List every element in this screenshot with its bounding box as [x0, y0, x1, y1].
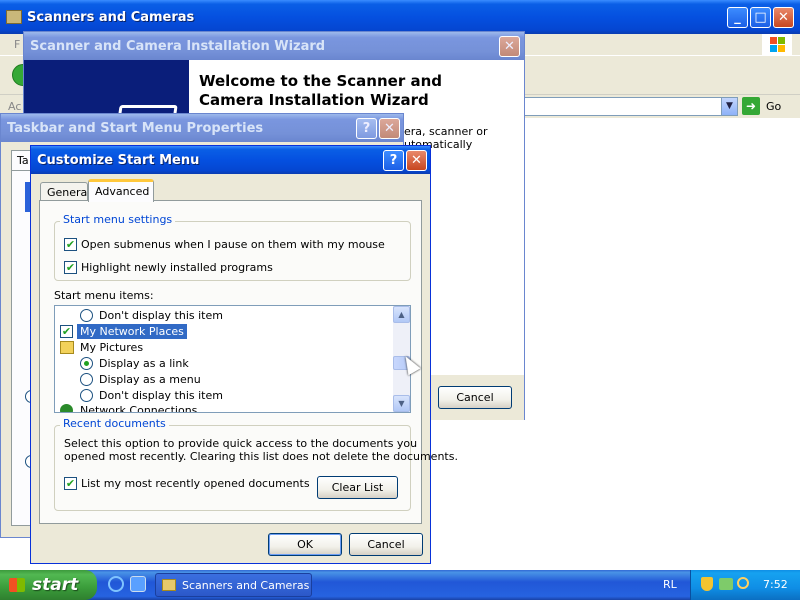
network-connections-icon: [60, 404, 73, 412]
radio-display-as-link[interactable]: [80, 357, 93, 370]
taskbar-properties-close-button[interactable]: ✕: [379, 118, 400, 139]
customize-titlebar[interactable]: Customize Start Menu: [31, 146, 430, 174]
start-menu-settings-label: Start menu settings: [60, 213, 176, 226]
item-dont-display-2[interactable]: Don't display this item: [99, 389, 223, 402]
address-dropdown-button[interactable]: ▼: [721, 98, 737, 115]
wizard-heading: Welcome to the Scanner and Camera Instal…: [199, 72, 442, 109]
taskbar: start Scanners and Cameras RL 7:52: [0, 570, 800, 600]
wizard-body-line1: era, scanner or: [404, 125, 488, 138]
system-tray: 7:52: [690, 570, 800, 600]
customize-close-button[interactable]: ✕: [406, 150, 427, 171]
wizard-titlebar[interactable]: Scanner and Camera Installation Wizard: [24, 32, 524, 60]
clear-list-button[interactable]: Clear List: [317, 476, 398, 499]
item-network-connections[interactable]: Network Connections: [80, 404, 197, 412]
recent-description-line2: opened most recently. Clearing this list…: [64, 450, 458, 463]
minimize-button[interactable]: _: [727, 7, 748, 28]
quicklaunch-ie-icon[interactable]: [108, 576, 124, 592]
scanners-title: Scanners and Cameras: [27, 9, 195, 25]
item-my-pictures[interactable]: My Pictures: [80, 341, 143, 354]
menu-file[interactable]: F: [14, 38, 20, 51]
go-button[interactable]: ➜ Go: [742, 97, 792, 116]
item-my-network-places[interactable]: My Network Places: [77, 324, 187, 339]
maximize-button[interactable]: □: [750, 7, 771, 28]
tab-advanced[interactable]: Advanced: [88, 179, 154, 202]
my-pictures-icon: [60, 341, 74, 354]
tab-general[interactable]: General: [40, 182, 90, 201]
customize-help-button[interactable]: ?: [383, 150, 404, 171]
start-menu-items-list[interactable]: Don't display this item ✔ My Network Pla…: [54, 305, 411, 413]
close-button[interactable]: ✕: [773, 7, 794, 28]
ok-button[interactable]: OK: [268, 533, 342, 556]
start-windows-flag-icon: [9, 578, 25, 592]
item-display-as-link[interactable]: Display as a link: [99, 357, 189, 370]
network-places-checkbox[interactable]: ✔: [60, 325, 73, 338]
wizard-title: Scanner and Camera Installation Wizard: [30, 38, 326, 54]
task-scanners-and-cameras[interactable]: Scanners and Cameras: [155, 573, 312, 597]
network-tray-icon[interactable]: [719, 578, 733, 590]
go-label: Go: [766, 100, 782, 113]
cancel-button[interactable]: Cancel: [349, 533, 423, 556]
taskbar-properties-help-button[interactable]: ?: [356, 118, 377, 139]
radio-dont-display-2[interactable]: [80, 389, 93, 402]
scroll-up-button[interactable]: ▲: [393, 306, 410, 323]
list-recent-checkbox[interactable]: ✔: [64, 477, 77, 490]
radio-display-as-menu[interactable]: [80, 373, 93, 386]
item-display-as-menu[interactable]: Display as a menu: [99, 373, 201, 386]
item-dont-display-1[interactable]: Don't display this item: [99, 309, 223, 322]
address-input[interactable]: ▼: [520, 97, 738, 116]
windows-logo: [762, 34, 792, 56]
recent-documents-label: Recent documents: [60, 417, 169, 430]
customize-title: Customize Start Menu: [37, 152, 200, 168]
task-folder-icon: [162, 579, 176, 591]
scroll-down-button[interactable]: ▼: [393, 395, 410, 412]
security-shield-icon[interactable]: [701, 577, 713, 591]
taskbar-properties-titlebar[interactable]: Taskbar and Start Menu Properties: [1, 114, 403, 142]
search-tray-icon[interactable]: [737, 577, 749, 589]
open-submenus-checkbox[interactable]: ✔: [64, 238, 77, 251]
radio-dont-display-1[interactable]: [80, 309, 93, 322]
customize-start-menu-window: Customize Start Menu ? ✕ General Advance…: [30, 145, 458, 564]
recent-description-line1: Select this option to provide quick acce…: [64, 437, 418, 450]
quicklaunch-media-icon[interactable]: [130, 576, 146, 592]
list-recent-label[interactable]: List my most recently opened documents: [81, 477, 310, 490]
scanners-folder-icon: [6, 10, 22, 24]
highlight-programs-checkbox[interactable]: ✔: [64, 261, 77, 274]
language-indicator[interactable]: RL: [663, 578, 677, 591]
open-submenus-label[interactable]: Open submenus when I pause on them with …: [81, 238, 385, 251]
go-arrow-icon: ➜: [742, 97, 760, 115]
scanners-titlebar[interactable]: Scanners and Cameras: [0, 0, 800, 34]
wizard-cancel-button[interactable]: Cancel: [438, 386, 512, 409]
start-menu-items-label: Start menu items:: [54, 289, 154, 302]
start-label: start: [32, 575, 79, 595]
address-label: Ac: [8, 100, 22, 113]
start-button[interactable]: start: [0, 570, 97, 600]
highlight-programs-label[interactable]: Highlight newly installed programs: [81, 261, 273, 274]
taskbar-properties-title: Taskbar and Start Menu Properties: [7, 120, 264, 136]
clock[interactable]: 7:52: [763, 578, 788, 591]
wizard-close-button[interactable]: ✕: [499, 36, 520, 57]
advanced-panel: Start menu settings ✔ Open submenus when…: [39, 200, 458, 524]
